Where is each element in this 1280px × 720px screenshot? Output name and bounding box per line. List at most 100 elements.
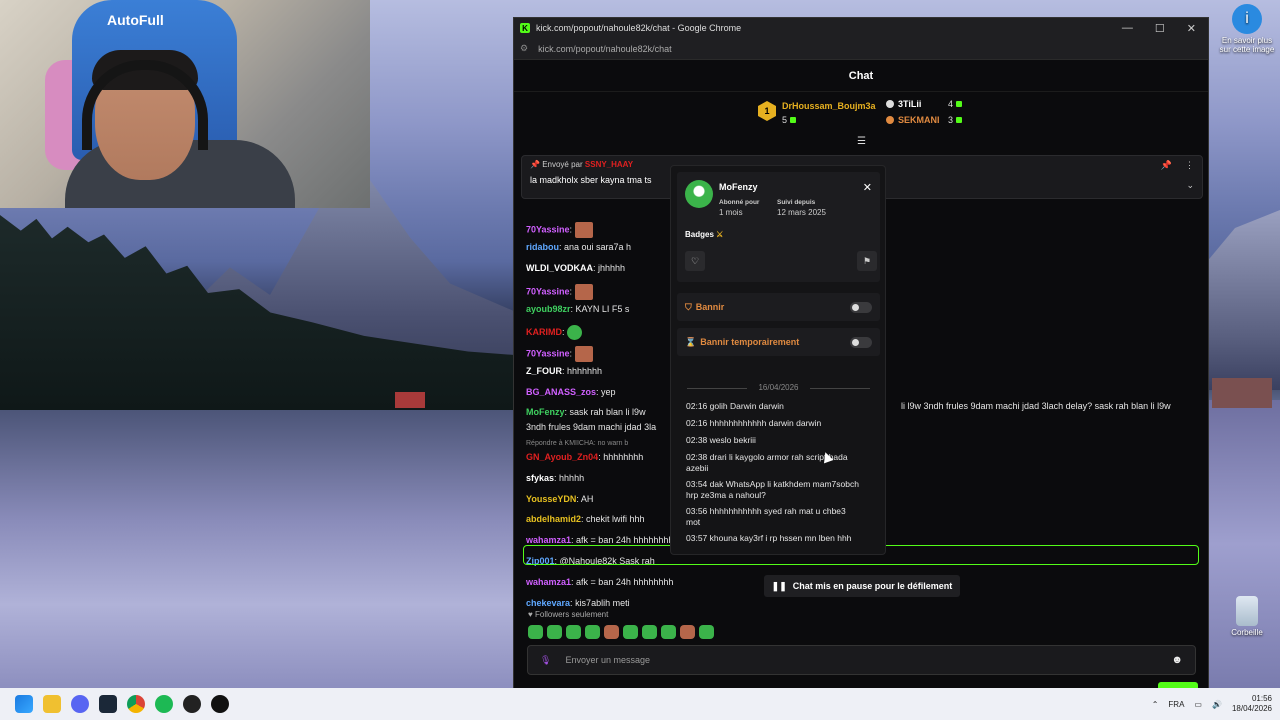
chevron-up-icon[interactable]: ⌃ <box>1152 700 1159 709</box>
overflow-message-text: li l9w 3ndh frules 9dam machi jdad 3lach… <box>901 401 1171 411</box>
emote-icon[interactable] <box>642 625 657 639</box>
leader-2-name[interactable]: 3TiLii <box>886 99 921 109</box>
more-options-icon[interactable]: ⋮ <box>1185 160 1194 171</box>
chat-username[interactable]: Z_FOUR <box>526 366 562 376</box>
shield-icon: ⛉ <box>685 301 692 312</box>
leader-1-count: 5 <box>782 115 797 125</box>
timeout-row[interactable]: ⌛ Bannir temporairement <box>677 328 880 356</box>
history-time: 03:57 <box>686 533 708 543</box>
chat-text: hhhhh <box>559 473 585 483</box>
history-message: 02:16 hhhhhhhhhhhh darwin darwin <box>686 418 861 429</box>
ban-toggle[interactable] <box>850 301 872 313</box>
chat-username[interactable]: 70Yassine <box>526 348 570 358</box>
sub-badge-icon: ⚔ <box>716 230 724 239</box>
popup-username[interactable]: MoFenzy <box>719 182 758 192</box>
chat-username[interactable]: sfykas <box>526 473 554 483</box>
minimize-button[interactable]: — <box>1122 22 1133 35</box>
emote-icon <box>574 346 593 362</box>
pin-icon[interactable]: 📌 <box>1161 160 1172 171</box>
gem-icon <box>790 117 797 123</box>
chat-username[interactable]: GN_Ayoub_Zn04 <box>526 452 598 462</box>
heart-icon[interactable]: ♡ <box>685 251 705 271</box>
microphone-icon[interactable]: 🎙 <box>540 655 551 666</box>
emoji-icon[interactable]: ☻ <box>1171 654 1183 666</box>
chat-message: Répondre à KMIICHA: no warn b <box>526 440 628 447</box>
language-indicator[interactable]: FRA <box>1168 700 1184 709</box>
filter-icon[interactable]: ☰ <box>857 136 866 147</box>
chat-input-placeholder[interactable]: Envoyer un message <box>565 655 650 665</box>
emote-icon[interactable] <box>547 625 562 639</box>
close-window-button[interactable]: ✕ <box>1187 22 1196 35</box>
emote-icon[interactable] <box>699 625 714 639</box>
chat-username[interactable]: 70Yassine <box>526 224 570 234</box>
chat-username[interactable]: abdelhamid2 <box>526 514 581 524</box>
ban-label: Bannir <box>695 302 725 312</box>
history-time: 03:54 <box>686 479 708 489</box>
learn-more-image-icon[interactable]: i En savoir plus sur cette image <box>1216 4 1278 54</box>
leader-2-count-value: 4 <box>948 99 954 109</box>
windows-start-icon[interactable] <box>15 695 33 713</box>
emote-icon[interactable] <box>680 625 695 639</box>
chat-message: KARIMD: <box>526 325 583 340</box>
chat-text: 3ndh frules 9dam machi jdad 3la <box>526 422 657 432</box>
chat-separator: : <box>569 224 575 235</box>
maximize-button[interactable]: ☐ <box>1155 22 1165 35</box>
webcam-overlay: AutoFull <box>0 0 370 208</box>
emote-icon[interactable] <box>528 625 543 639</box>
chevron-down-icon[interactable]: ⌄ <box>1186 180 1194 191</box>
chat-username[interactable]: 70Yassine <box>526 286 570 296</box>
steam-icon[interactable] <box>99 695 117 713</box>
subscribed-value: 1 mois <box>719 208 743 217</box>
followers-only-notice: ♥ Followers seulement <box>528 610 608 619</box>
chat-username[interactable]: WLDI_VODKAA <box>526 263 593 273</box>
pause-icon: ❚❚ <box>771 580 787 591</box>
site-settings-icon[interactable]: ⚙ <box>520 43 528 54</box>
close-icon[interactable]: ✕ <box>863 181 872 194</box>
chat-username[interactable]: chekevara <box>526 598 570 608</box>
leader-1-name[interactable]: DrHoussam_Boujm3a <box>782 101 876 111</box>
chat-username[interactable]: KARIMD <box>526 327 562 337</box>
file-explorer-icon[interactable] <box>43 695 61 713</box>
discord-icon[interactable] <box>71 695 89 713</box>
wallpaper-house-right <box>1212 378 1272 408</box>
chat-username[interactable]: BG_ANASS_zos <box>526 387 596 397</box>
ban-row[interactable]: ⛉ Bannir <box>677 293 880 321</box>
emote-icon[interactable] <box>623 625 638 639</box>
clock[interactable]: 01:56 18/04/2026 <box>1232 694 1272 714</box>
history-message: 02:38 weslo bekriii <box>686 435 861 446</box>
pinned-sender[interactable]: SSNY_HAAY <box>585 160 633 169</box>
spotify-icon[interactable] <box>155 695 173 713</box>
sent-by-label: Envoyé par <box>542 160 583 169</box>
clock-date: 18/04/2026 <box>1231 704 1272 713</box>
chat-text: KAYN LI F5 s <box>575 304 630 314</box>
emote-icon[interactable] <box>661 625 676 639</box>
chat-input[interactable]: 🎙 Envoyer un message ☻ <box>527 645 1196 675</box>
chat-username[interactable]: YousseYDN <box>526 494 576 504</box>
chat-username[interactable]: wahamza1 <box>526 535 571 545</box>
emote-icon[interactable] <box>566 625 581 639</box>
chat-message: sfykas: hhhhh <box>526 473 584 483</box>
obs-icon[interactable] <box>183 695 201 713</box>
chat-username[interactable]: ayoub98zr <box>526 304 571 314</box>
chrome-icon[interactable] <box>127 695 145 713</box>
volume-icon[interactable]: 🔊 <box>1212 700 1222 709</box>
url-text[interactable]: kick.com/popout/nahoule82k/chat <box>538 44 672 54</box>
emote-icon[interactable] <box>585 625 600 639</box>
timeout-toggle[interactable] <box>850 336 872 348</box>
chat-username[interactable]: wahamza1 <box>526 577 571 587</box>
gift-leaderboard: 1 DrHoussam_Boujm3a 5 3TiLii 4 SEKMANI 3 <box>758 98 998 134</box>
address-bar[interactable]: ⚙ kick.com/popout/nahoule82k/chat <box>514 38 1208 60</box>
chat-username[interactable]: MoFenzy <box>526 407 565 417</box>
heart-small-icon: ♥ <box>528 610 533 619</box>
emote-quick-bar[interactable] <box>528 625 714 639</box>
chat-paused-button[interactable]: ❚❚ Chat mis en pause pour le défilement <box>764 575 960 597</box>
mod-action-icon[interactable]: ⚑ <box>857 251 877 271</box>
app-icon[interactable] <box>211 695 229 713</box>
chat-text: afk = ban 24h hhhhhhhh <box>576 535 674 545</box>
network-icon[interactable]: ▭ <box>1194 700 1202 709</box>
recycle-bin-icon[interactable]: Corbeille <box>1216 596 1278 637</box>
emote-icon[interactable] <box>604 625 619 639</box>
leader-3-name[interactable]: SEKMANI <box>886 115 940 125</box>
message-history[interactable]: 16/04/2026 02:16 golih Darwin darwin 02:1… <box>677 378 880 552</box>
chat-username[interactable]: ridabou <box>526 242 559 252</box>
